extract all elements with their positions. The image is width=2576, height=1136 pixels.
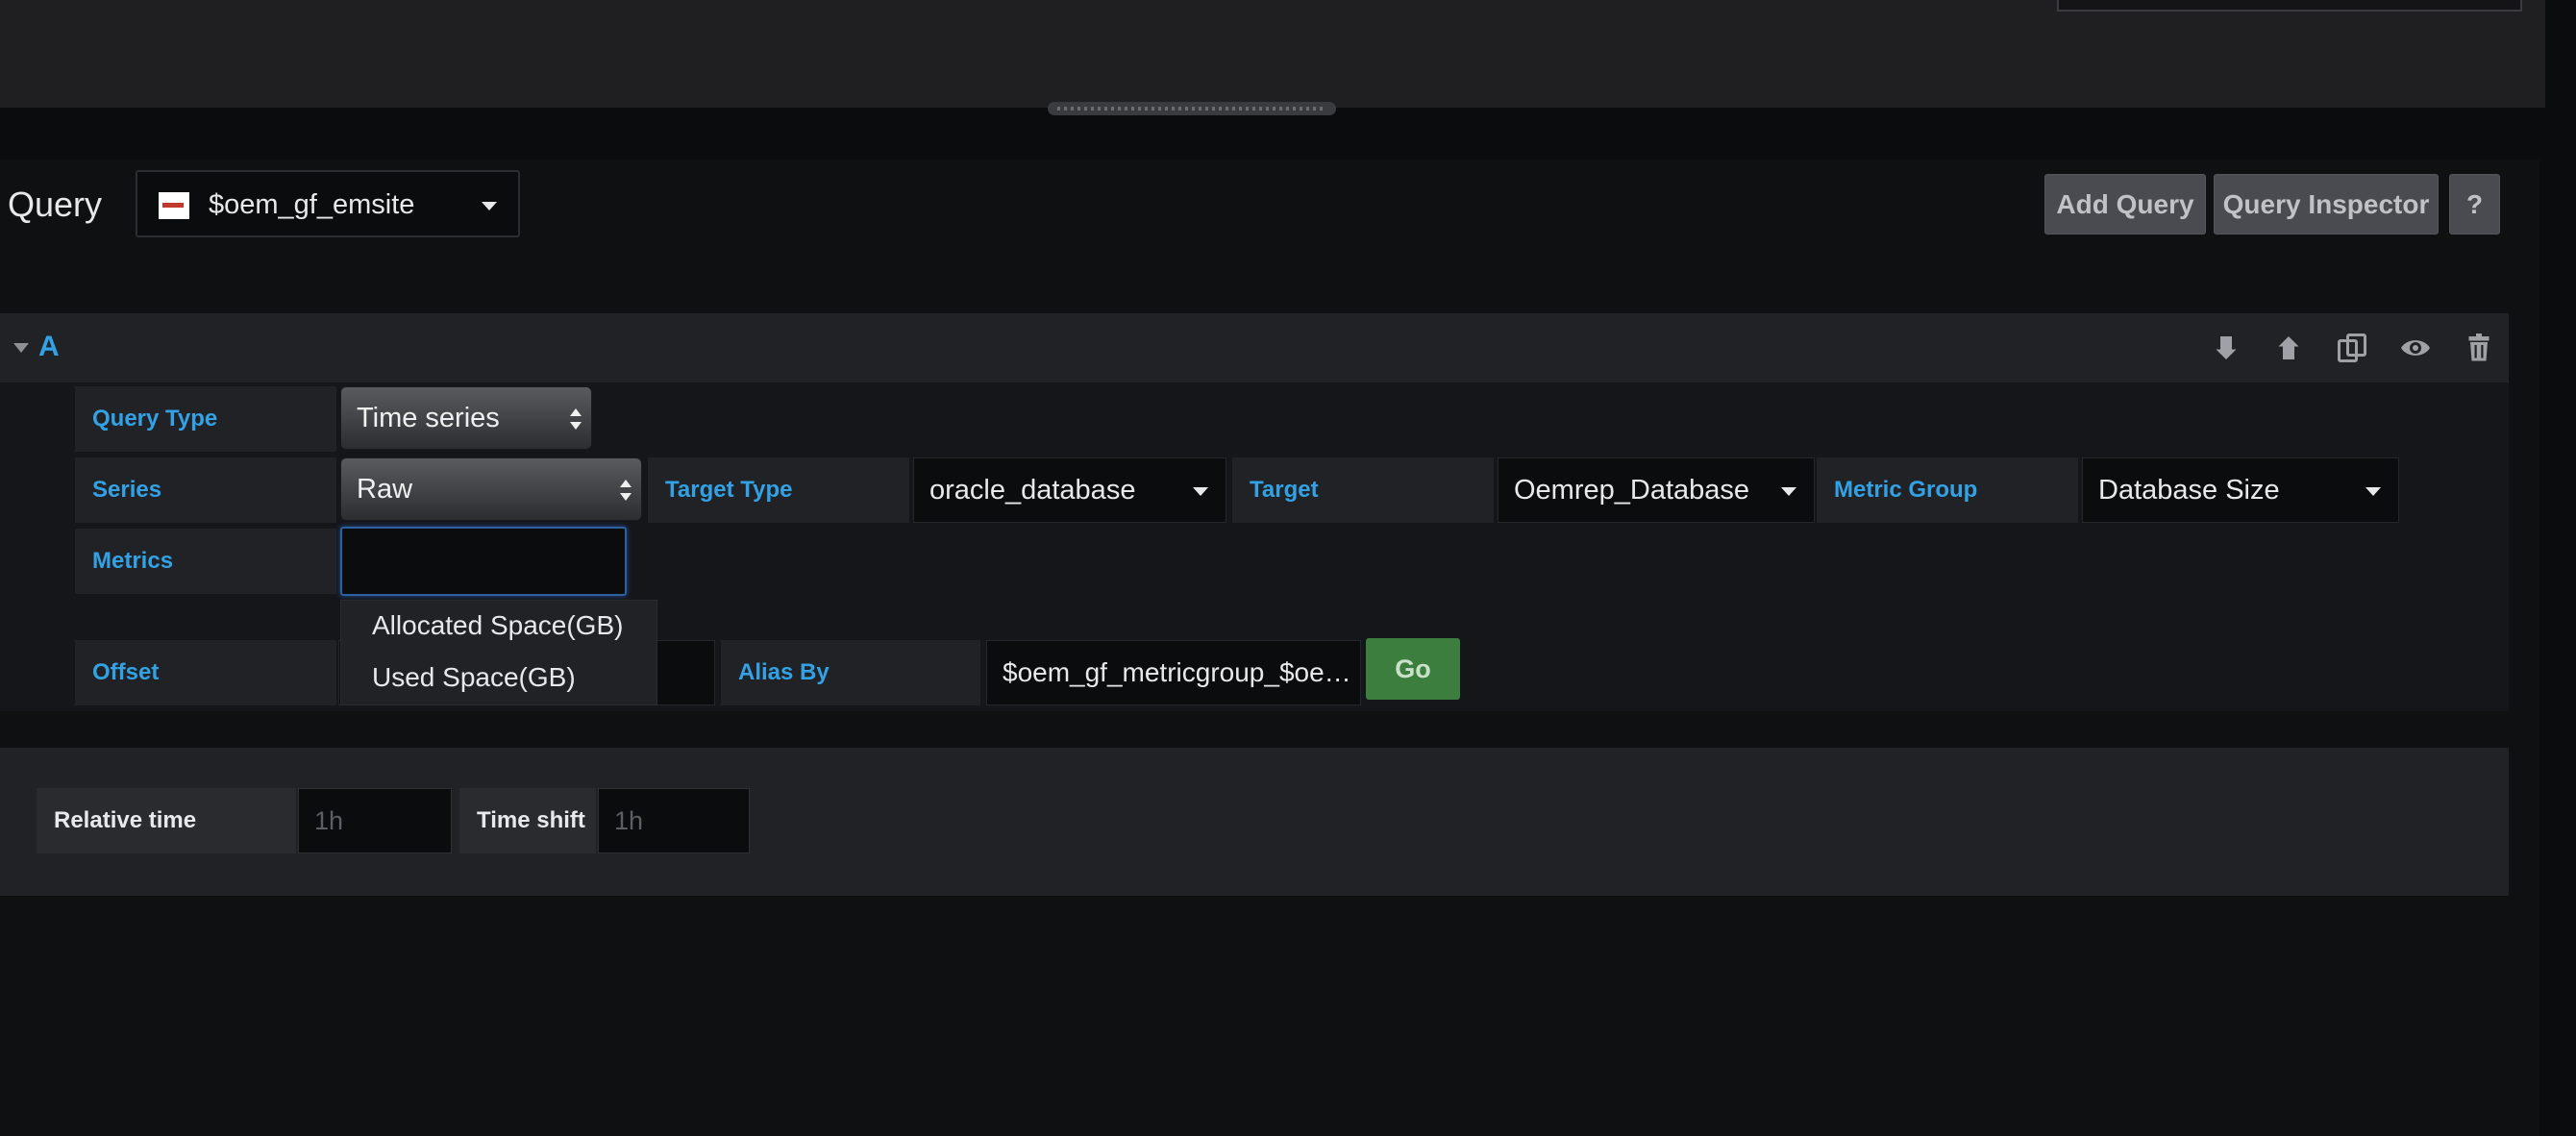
target-label: Target <box>1232 457 1494 523</box>
metrics-option[interactable]: Used Space(GB) <box>372 662 576 693</box>
query-title: Query <box>8 185 103 224</box>
query-type-label: Query Type <box>75 386 336 452</box>
alias-by-input[interactable]: $oem_gf_metricgroup_$oe… <box>986 640 1361 705</box>
series-label: Series <box>75 457 336 523</box>
series-select[interactable]: Raw <box>340 457 642 521</box>
series-value: Raw <box>357 473 413 505</box>
updown-arrows-icon <box>620 480 632 503</box>
query-row-letter: A <box>38 331 60 362</box>
metric-group-value: Database Size <box>2098 474 2280 506</box>
target-type-value: oracle_database <box>929 474 1136 506</box>
metrics-dropdown-menu: Allocated Space(GB) Used Space(GB) <box>340 600 657 705</box>
query-inspector-button[interactable]: Query Inspector <box>2214 174 2439 235</box>
metrics-option[interactable]: Allocated Space(GB) <box>372 610 623 641</box>
time-shift-input[interactable]: 1h <box>598 788 750 853</box>
offset-label: Offset <box>75 640 336 705</box>
oracle-logo-icon <box>159 192 189 219</box>
query-row-header[interactable]: A <box>0 313 2509 383</box>
caret-down-icon <box>1781 487 1796 496</box>
metric-group-label: Metric Group <box>1817 457 2078 523</box>
updown-arrows-icon <box>570 408 582 432</box>
metric-group-select[interactable]: Database Size <box>2082 457 2399 523</box>
panel-resize-handle[interactable] <box>1048 102 1336 115</box>
datasource-name: $oem_gf_emsite <box>209 189 415 220</box>
caret-down-icon <box>2365 487 2381 496</box>
caret-down-icon <box>1193 487 1208 496</box>
target-type-select[interactable]: oracle_database <box>913 457 1226 523</box>
target-value: Oemrep_Database <box>1514 474 1750 506</box>
add-query-button[interactable]: Add Query <box>2044 174 2206 235</box>
time-shift-label: Time shift <box>459 788 596 853</box>
caret-down-icon <box>482 202 497 210</box>
arrow-up-icon[interactable] <box>2271 331 2306 365</box>
trash-icon[interactable] <box>2462 331 2496 365</box>
duplicate-icon[interactable] <box>2335 331 2369 365</box>
metrics-label: Metrics <box>75 529 336 594</box>
arrow-down-icon[interactable] <box>2209 331 2243 365</box>
target-select[interactable]: Oemrep_Database <box>1498 457 1815 523</box>
panel-legend-box <box>2057 0 2522 12</box>
target-type-label: Target Type <box>648 457 909 523</box>
relative-time-input[interactable]: 1h <box>298 788 452 853</box>
go-button[interactable]: Go <box>1366 638 1460 700</box>
datasource-picker[interactable]: $oem_gf_emsite <box>136 170 520 237</box>
alias-by-label: Alias By <box>721 640 980 705</box>
relative-time-label: Relative time <box>37 788 296 853</box>
eye-icon[interactable] <box>2398 331 2433 365</box>
panel-preview-area <box>0 0 2545 108</box>
help-button[interactable]: ? <box>2449 174 2500 235</box>
metrics-input[interactable] <box>340 527 627 596</box>
query-type-select[interactable]: Time series <box>340 386 592 450</box>
query-type-value: Time series <box>357 402 500 433</box>
collapse-caret-icon[interactable] <box>13 343 29 353</box>
